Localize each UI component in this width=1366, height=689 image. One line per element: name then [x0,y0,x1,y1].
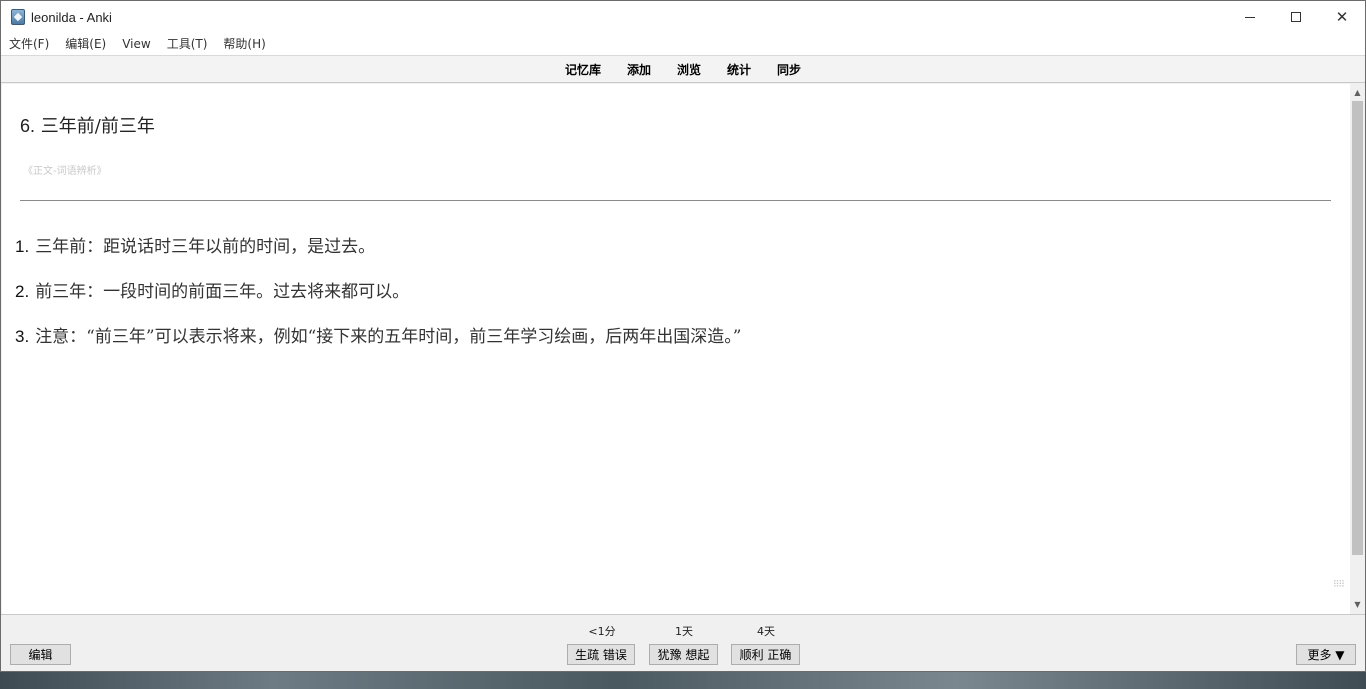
menu-bar: 文件(F) 编辑(E) View 工具(T) 帮助(H) [1,33,1365,55]
scroll-up-icon[interactable]: ▲ [1350,85,1365,100]
answer-item: 2. 前三年：一段时间的前面三年。过去将来都可以。 [15,277,409,302]
answer-divider [20,200,1331,201]
answer-item: 1. 三年前：距说话时三年以前的时间，是过去。 [15,232,375,257]
answer-number: 1. [15,237,30,256]
interval-again: <1分 [588,625,616,638]
menu-edit[interactable]: 编辑(E) [57,33,114,55]
toolbar-browse[interactable]: 浏览 [664,61,714,78]
window-title: leonilda - Anki [31,9,112,25]
interval-hard: 1天 [675,625,693,638]
answer-item: 3. 注意：“前三年”可以表示将来，例如“接下来的五年时间，前三年学习绘画，后两年… [15,322,741,347]
maximize-button[interactable] [1273,1,1319,33]
card-question: 6. 三年前/前三年 [20,112,155,138]
card-content: 6. 三年前/前三年 《正文-词语辨析》 1. 三年前：距说话时三年以前的时间，是… [2,84,1350,614]
main-toolbar: 记忆库 添加 浏览 统计 同步 [1,55,1365,83]
answer-number: 2. [15,282,30,301]
minimize-button[interactable] [1227,1,1273,33]
toolbar-sync[interactable]: 同步 [764,61,814,78]
minimize-icon [1245,16,1255,18]
more-button[interactable]: 更多 ▼ [1296,644,1356,665]
answer-good-button[interactable]: 顺利 正确 [731,644,800,665]
window-controls: ✕ [1227,1,1365,33]
close-icon: ✕ [1335,8,1349,26]
title-bar[interactable]: leonilda - Anki ✕ [1,1,1365,33]
edit-button[interactable]: 编辑 [10,644,71,665]
review-bar: 编辑 <1分 1天 4天 生疏 错误 犹豫 想起 顺利 正确 更多 ▼ [1,614,1365,671]
answer-number: 3. [15,327,30,346]
maximize-icon [1291,12,1301,22]
answer-text: 三年前：距说话时三年以前的时间，是过去。 [35,237,376,257]
scroll-down-icon[interactable]: ▼ [1350,597,1365,612]
toolbar-stats[interactable]: 统计 [714,61,764,78]
answer-again-button[interactable]: 生疏 错误 [567,644,635,665]
answer-text: 前三年：一段时间的前面三年。过去将来都可以。 [35,282,410,302]
close-button[interactable]: ✕ [1319,1,1365,33]
menu-help[interactable]: 帮助(H) [215,33,273,55]
toolbar-decks[interactable]: 记忆库 [552,61,614,78]
vertical-scrollbar[interactable]: ▲ ▼ [1350,84,1365,614]
interval-good: 4天 [757,625,775,638]
menu-view[interactable]: View [114,33,158,55]
desktop-background [0,672,1366,689]
resize-grip-icon: ⠿⠿ [1332,580,1345,590]
answer-text: 注意：“前三年”可以表示将来，例如“接下来的五年时间，前三年学习绘画，后两年出国… [35,327,742,347]
question-number: 6. [20,116,36,136]
anki-main-window: leonilda - Anki ✕ 文件(F) 编辑(E) View 工具(T)… [0,0,1366,672]
menu-file[interactable]: 文件(F) [1,33,57,55]
card-source-tag: 《正文-词语辨析》 [23,166,107,177]
question-text: 三年前/前三年 [40,116,155,137]
anki-icon [11,9,25,25]
answer-hard-button[interactable]: 犹豫 想起 [649,644,718,665]
toolbar-add[interactable]: 添加 [614,61,664,78]
scroll-thumb[interactable] [1352,101,1363,555]
menu-tools[interactable]: 工具(T) [159,33,216,55]
